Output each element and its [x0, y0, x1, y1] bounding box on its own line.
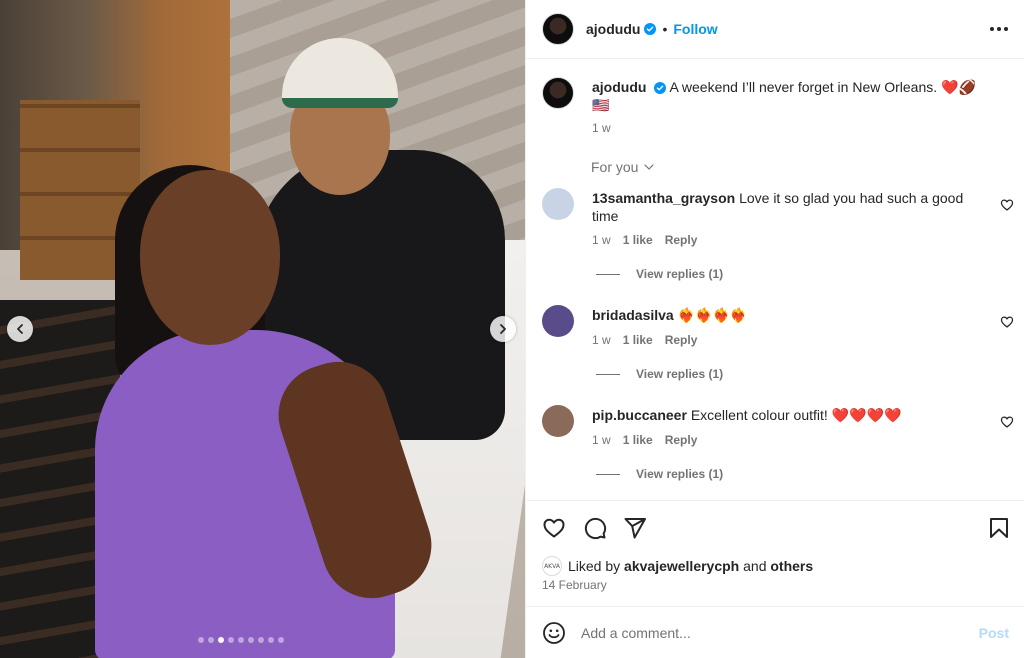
caption-timestamp: 1 w	[592, 121, 611, 135]
replies-divider	[596, 373, 620, 375]
replies-divider	[596, 273, 620, 275]
comment-username[interactable]: pip.buccaneer	[592, 407, 687, 423]
view-replies-button[interactable]: View replies (1)	[596, 267, 723, 281]
liked-by-user[interactable]: akvajewellerycph	[624, 558, 739, 574]
comment-time[interactable]: 1 w	[592, 233, 611, 247]
carousel-dot	[258, 637, 264, 643]
view-replies-button[interactable]: View replies (1)	[596, 367, 723, 381]
view-replies-button[interactable]: View replies (1)	[596, 467, 723, 481]
chevron-down-icon	[644, 164, 655, 170]
comment-icon[interactable]	[582, 515, 608, 541]
comment-sort-label: For you	[591, 159, 639, 175]
emoji-icon[interactable]	[542, 621, 566, 645]
more-options-icon[interactable]	[990, 21, 1008, 37]
post-header: ajodudu • Follow	[526, 0, 1024, 59]
caption-author-avatar[interactable]	[542, 77, 574, 109]
comment-avatar[interactable]	[542, 405, 574, 437]
likes-summary: AKVA Liked by akvajewellerycph and other…	[542, 556, 813, 576]
comment-body: bridadasilva ❤️‍🔥❤️‍🔥❤️‍🔥❤️‍🔥	[592, 306, 982, 324]
carousel-dot	[238, 637, 244, 643]
comment-username[interactable]: bridadasilva	[592, 307, 674, 323]
follow-button[interactable]: Follow	[673, 21, 717, 37]
view-replies-label: View replies (1)	[636, 367, 724, 381]
comment-avatar[interactable]	[542, 305, 574, 337]
comment-heart-icon[interactable]	[1000, 198, 1014, 212]
comment-likes[interactable]: 1 like	[623, 233, 653, 247]
post-details-panel: ajodudu • Follow ajodudu A weekend I’ll …	[525, 0, 1024, 658]
comment-meta: 1 w 1 like Reply	[592, 433, 697, 447]
chevron-right-icon	[500, 324, 506, 334]
carousel-dot	[248, 637, 254, 643]
bookmark-icon[interactable]	[986, 515, 1012, 541]
chevron-left-icon	[17, 324, 23, 334]
view-replies-label: View replies (1)	[636, 467, 724, 481]
comment-reply-button[interactable]: Reply	[665, 333, 698, 347]
comment-time[interactable]: 1 w	[592, 433, 611, 447]
liked-by-others[interactable]: others	[770, 558, 813, 574]
carousel-dot	[278, 637, 284, 643]
header-separator: •	[662, 21, 668, 37]
liker-avatar[interactable]: AKVA	[542, 556, 562, 576]
liked-by-prefix: Liked by	[568, 558, 621, 574]
comment-heart-icon[interactable]	[1000, 315, 1014, 329]
comment-username[interactable]: 13samantha_grayson	[592, 190, 735, 206]
share-icon[interactable]	[622, 515, 648, 541]
photo-woman-face	[140, 170, 280, 345]
comment-reply-button[interactable]: Reply	[665, 233, 698, 247]
comment-sort-dropdown[interactable]: For you	[591, 159, 655, 175]
author-avatar[interactable]	[542, 13, 574, 45]
comment-likes[interactable]: 1 like	[623, 333, 653, 347]
comment-heart-icon[interactable]	[1000, 415, 1014, 429]
comment-avatar[interactable]	[542, 188, 574, 220]
view-replies-label: View replies (1)	[636, 267, 724, 281]
next-slide-button[interactable]	[490, 316, 516, 342]
comment-text: Excellent colour outfit! ❤️❤️❤️❤️	[690, 407, 902, 423]
post-comment-button[interactable]: Post	[979, 625, 1009, 641]
heart-icon[interactable]	[541, 515, 567, 541]
comment-body: pip.buccaneer Excellent colour outfit! ❤…	[592, 406, 982, 424]
comment-composer: Post	[526, 606, 1024, 658]
liked-by-and: and	[743, 558, 767, 574]
comment-time[interactable]: 1 w	[592, 333, 611, 347]
comment-meta: 1 w 1 like Reply	[592, 333, 697, 347]
comment-input[interactable]	[581, 624, 961, 641]
caption-text: ajodudu A weekend I’ll never forget in N…	[592, 78, 992, 114]
comment-text: ❤️‍🔥❤️‍🔥❤️‍🔥❤️‍🔥	[677, 307, 748, 323]
comment-meta: 1 w 1 like Reply	[592, 233, 697, 247]
author-username[interactable]: ajodudu	[586, 21, 640, 37]
verified-badge-icon	[654, 82, 667, 95]
post-photo[interactable]	[0, 0, 525, 658]
carousel-dot	[228, 637, 234, 643]
verified-badge-icon	[644, 23, 657, 35]
carousel-dots	[198, 637, 284, 643]
post-date[interactable]: 14 February	[542, 578, 607, 592]
carousel-dot	[208, 637, 214, 643]
carousel-dot	[268, 637, 274, 643]
previous-slide-button[interactable]	[7, 316, 33, 342]
caption-body: A weekend I’ll never forget in New Orlea…	[592, 79, 976, 113]
comment-reply-button[interactable]: Reply	[665, 433, 698, 447]
carousel-dot	[198, 637, 204, 643]
carousel-dot	[218, 637, 224, 643]
post-actions: AKVA Liked by akvajewellerycph and other…	[526, 500, 1024, 606]
caption-author-username[interactable]: ajodudu	[592, 79, 646, 95]
comments-section[interactable]: ajodudu A weekend I’ll never forget in N…	[526, 60, 1024, 500]
comment-likes[interactable]: 1 like	[623, 433, 653, 447]
replies-divider	[596, 473, 620, 475]
comment-body: 13samantha_grayson Love it so glad you h…	[592, 189, 982, 225]
